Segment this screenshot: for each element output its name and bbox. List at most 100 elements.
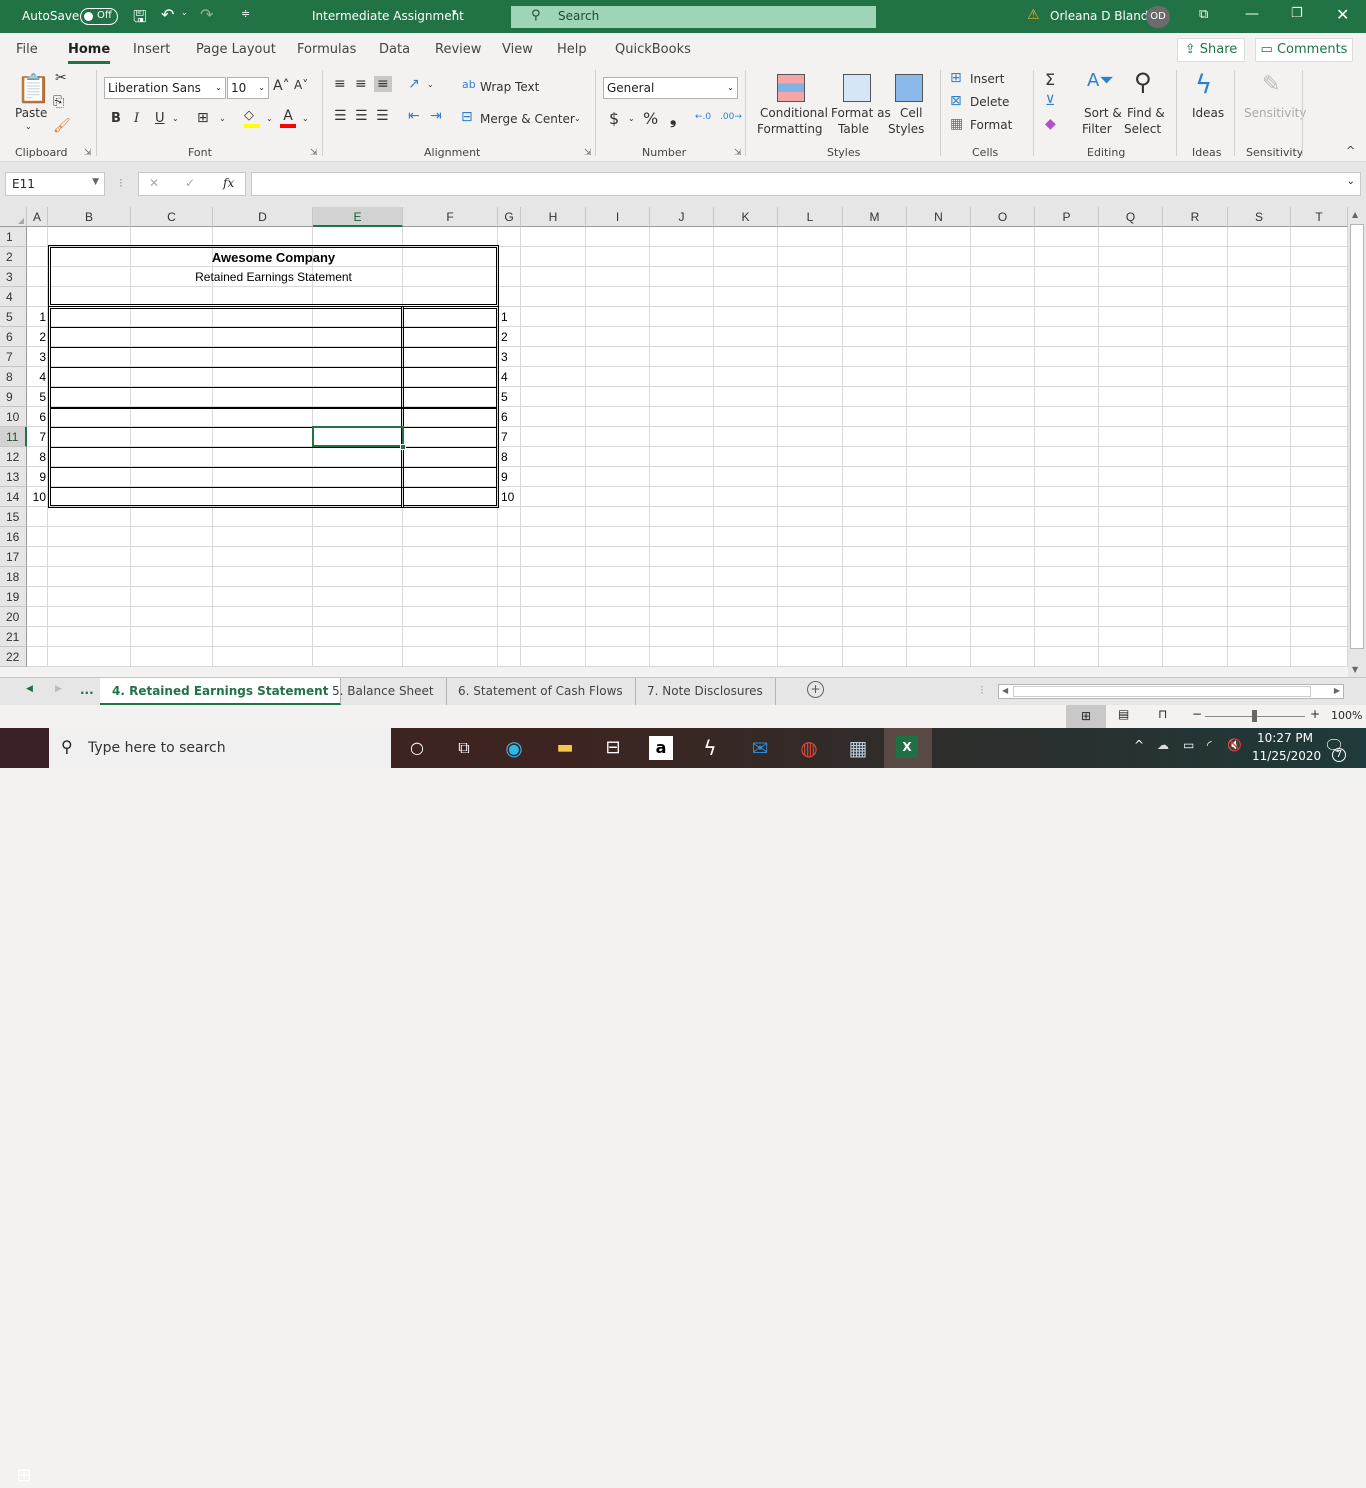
borders-dropdown-icon[interactable]: ⌄ [219, 114, 226, 123]
column-header-I[interactable]: I [586, 207, 650, 227]
title-dropdown-icon[interactable]: ▾ [452, 8, 457, 18]
column-header-G[interactable]: G [498, 207, 521, 227]
undo-dropdown-icon[interactable]: ⌄ [181, 8, 188, 17]
fill-color-dropdown-icon[interactable]: ⌄ [266, 114, 273, 123]
scroll-left-icon[interactable]: ◀ [1002, 686, 1008, 695]
page-layout-view-icon[interactable]: ▤ [1118, 707, 1129, 721]
increase-indent-icon[interactable]: ⇥ [430, 108, 442, 124]
ideas-icon[interactable]: ϟ [1195, 70, 1212, 100]
number-launcher-icon[interactable]: ⇲ [734, 148, 742, 158]
orientation-icon[interactable]: ↗ [408, 76, 420, 92]
font-color-icon[interactable]: A [280, 108, 296, 128]
column-header-C[interactable]: C [131, 207, 213, 227]
fill-handle[interactable] [400, 444, 406, 450]
sort-filter-line2[interactable]: Filter [1082, 122, 1112, 136]
store-icon[interactable]: ⊟ [601, 736, 625, 760]
fill-icon[interactable]: ⊻ [1045, 93, 1055, 109]
ribbon-display-options-icon[interactable]: ⧉ [1199, 7, 1208, 22]
row-header-16[interactable]: 16 [0, 527, 27, 547]
column-header-N[interactable]: N [907, 207, 971, 227]
onedrive-error-icon[interactable]: ☁ [1157, 738, 1169, 752]
undo-icon[interactable]: ↶ [161, 5, 174, 24]
row-header-20[interactable]: 20 [0, 607, 27, 627]
font-launcher-icon[interactable]: ⇲ [310, 148, 318, 158]
format-as-table-icon[interactable] [843, 74, 871, 102]
column-header-D[interactable]: D [213, 207, 313, 227]
row-header-11[interactable]: 11 [0, 427, 27, 447]
volume-muted-icon[interactable]: 🔇 [1227, 738, 1242, 752]
row-header-4[interactable]: 4 [0, 287, 27, 307]
restore-icon[interactable]: ❐ [1291, 6, 1303, 21]
clock-time[interactable]: 10:27 PM [1257, 731, 1313, 745]
row-header-17[interactable]: 17 [0, 547, 27, 567]
conditional-formatting-line1[interactable]: Conditional [760, 106, 828, 120]
close-icon[interactable]: ✕ [1336, 5, 1349, 24]
percent-button[interactable]: % [643, 109, 658, 128]
tab-formulas[interactable]: Formulas [297, 42, 356, 57]
merge-center-button[interactable]: Merge & Center [480, 112, 575, 126]
select-all-corner[interactable]: ◢ [0, 207, 27, 227]
scroll-up-icon[interactable]: ▲ [1352, 210, 1358, 219]
sort-filter-line1[interactable]: Sort & [1084, 106, 1122, 120]
redo-icon[interactable]: ↷ [200, 5, 213, 24]
excel-taskbar-active[interactable]: X [884, 728, 932, 768]
delete-button[interactable]: Delete [970, 95, 1009, 109]
autosave-toggle[interactable]: Off [80, 8, 118, 25]
conditional-formatting-icon[interactable] [777, 74, 805, 102]
row-header-5[interactable]: 5 [0, 307, 27, 327]
taskbar-search[interactable]: ⚲ Type here to search [49, 728, 391, 768]
wifi-icon[interactable]: ◜ [1207, 738, 1212, 752]
increase-font-icon[interactable]: A˄ [273, 78, 290, 94]
comma-button[interactable]: ❟ [670, 109, 676, 129]
row-header-9[interactable]: 9 [0, 387, 27, 407]
column-header-E[interactable]: E [313, 207, 403, 227]
paste-icon[interactable]: 📋 [16, 72, 51, 105]
sensitivity-button[interactable]: Sensitivity [1244, 106, 1306, 120]
tab-review[interactable]: Review [435, 42, 481, 57]
file-explorer-icon[interactable]: ▬ [553, 736, 577, 760]
row-header-7[interactable]: 7 [0, 347, 27, 367]
battery-icon[interactable]: ▭ [1183, 738, 1194, 752]
orientation-dropdown-icon[interactable]: ⌄ [427, 80, 434, 89]
add-sheet-button[interactable]: + [807, 681, 824, 698]
minimize-icon[interactable]: — [1245, 6, 1259, 22]
number-format-select[interactable]: General ⌄ [603, 77, 738, 99]
save-icon[interactable]: 🖫 [133, 6, 147, 33]
sheet-tab-note-disclosures[interactable]: 7. Note Disclosures [635, 678, 776, 705]
row-header-10[interactable]: 10 [0, 407, 27, 427]
scroll-down-icon[interactable]: ▼ [1352, 665, 1358, 674]
worksheet-grid[interactable]: ◢ ABCDEFGHIJKLMNOPQRST 1 2 3 4 5 6 7 8 9 10 11 12 13… [0, 207, 1348, 667]
align-middle-icon[interactable]: ≡ [355, 76, 367, 92]
column-header-F[interactable]: F [403, 207, 498, 227]
search-box[interactable]: ⚲ Search [511, 6, 876, 28]
tab-file[interactable]: File [16, 42, 38, 57]
cortana-icon[interactable]: ○ [405, 736, 429, 760]
column-header-J[interactable]: J [650, 207, 714, 227]
name-box[interactable]: E11 ▼ [5, 172, 105, 196]
row-header-8[interactable]: 8 [0, 367, 27, 387]
cut-icon[interactable]: ✂ [55, 70, 67, 86]
row-header-6[interactable]: 6 [0, 327, 27, 347]
row-header-3[interactable]: 3 [0, 267, 27, 287]
format-button[interactable]: Format [970, 118, 1012, 132]
underline-dropdown-icon[interactable]: ⌄ [172, 114, 179, 123]
enter-icon[interactable]: ✓ [185, 176, 195, 190]
font-color-dropdown-icon[interactable]: ⌄ [302, 114, 309, 123]
normal-view-icon[interactable]: ⊞ [1066, 705, 1106, 728]
row-header-19[interactable]: 19 [0, 587, 27, 607]
task-view-icon[interactable]: ⧉ [452, 736, 476, 760]
tab-help[interactable]: Help [557, 42, 587, 57]
insert-function-icon[interactable]: fx [223, 176, 234, 190]
selected-cell-E11[interactable] [312, 426, 404, 447]
scroll-right-icon[interactable]: ▶ [1334, 686, 1340, 695]
tab-split-handle[interactable]: ⁝ [980, 683, 984, 697]
column-header-S[interactable]: S [1228, 207, 1291, 227]
column-header-K[interactable]: K [714, 207, 778, 227]
format-painter-icon[interactable]: 🖌 [53, 118, 71, 134]
borders-icon[interactable]: ⊞ [197, 110, 209, 126]
tab-home[interactable]: Home [68, 42, 111, 64]
increase-decimal-icon[interactable]: ←.0 [695, 112, 711, 122]
page-break-view-icon[interactable]: ⊓ [1158, 707, 1167, 721]
vertical-scrollbar[interactable]: ▲ ▼ [1348, 207, 1366, 677]
underline-button[interactable]: U [155, 111, 165, 126]
